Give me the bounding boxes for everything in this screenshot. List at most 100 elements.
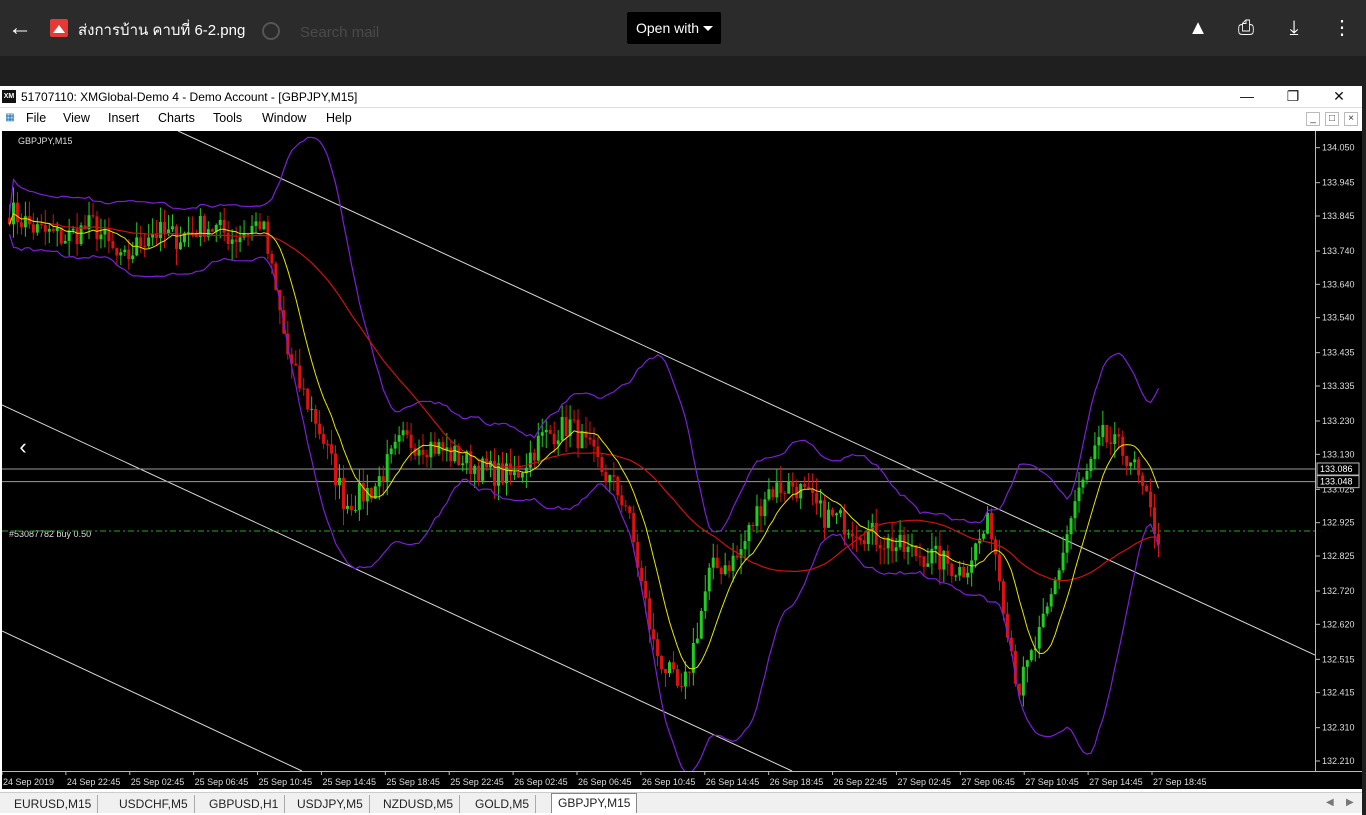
chevron-left-icon[interactable]: ‹ <box>6 430 40 464</box>
candle-body <box>449 447 453 462</box>
candle-body <box>1045 606 1049 614</box>
menu-tools[interactable]: Tools <box>213 111 242 125</box>
candle-body <box>1061 552 1065 571</box>
candle-body <box>473 465 477 474</box>
tab-gold-m5[interactable]: GOLD,M5 <box>469 795 537 813</box>
candle-body <box>218 219 222 225</box>
candle-body <box>683 671 687 687</box>
candle-body <box>966 572 970 578</box>
back-arrow-icon[interactable]: ← <box>6 14 34 42</box>
candle-body <box>1137 459 1141 476</box>
time-tick-label: 27 Sep 02:45 <box>897 777 951 787</box>
candle-body <box>31 224 35 233</box>
candle-body <box>314 408 318 424</box>
menu-window[interactable]: Window <box>262 111 306 125</box>
candle-body <box>994 539 998 555</box>
more-vert-icon[interactable]: ⋮ <box>1328 14 1356 42</box>
menu-view[interactable]: View <box>63 111 90 125</box>
tab-next-icon[interactable]: ▶ <box>1346 797 1354 808</box>
candle-body <box>119 252 123 256</box>
candle-body <box>970 560 974 573</box>
menu-insert[interactable]: Insert <box>108 111 139 125</box>
price-tick-label: 132.310 <box>1322 723 1355 733</box>
candle-body <box>461 463 465 466</box>
menu-file[interactable]: File <box>26 111 46 125</box>
candle-body <box>310 408 314 410</box>
candle-body <box>528 452 532 468</box>
candle-body <box>365 488 369 502</box>
candle-body <box>906 546 910 553</box>
tab-eurusd-m15[interactable]: EURUSD,M15 <box>8 795 99 813</box>
candle-body <box>1081 479 1085 488</box>
candle-body <box>250 225 254 234</box>
maximize-button[interactable]: ❐ <box>1270 86 1316 108</box>
candle-body <box>576 419 580 449</box>
time-tick-label: 26 Sep 22:45 <box>834 777 888 787</box>
candle-body <box>791 481 795 487</box>
candle-body <box>139 237 143 247</box>
candle-body <box>1037 626 1041 649</box>
candle-body <box>397 435 401 442</box>
candle-body <box>477 465 481 481</box>
candle-body <box>536 435 540 461</box>
child-minimize-button[interactable]: _ <box>1306 112 1320 126</box>
candle-body <box>238 237 242 242</box>
menu-help[interactable]: Help <box>326 111 352 125</box>
candle-body <box>405 430 409 435</box>
time-tick-label: 25 Sep 06:45 <box>195 777 249 787</box>
time-tick-label: 27 Sep 14:45 <box>1089 777 1143 787</box>
price-tick-label: 134.050 <box>1322 143 1355 153</box>
child-close-button[interactable]: × <box>1344 112 1358 126</box>
candle-body <box>831 509 835 516</box>
candle-body <box>270 253 274 264</box>
candle-body <box>1141 475 1145 486</box>
candle-body <box>540 432 544 436</box>
chart-area[interactable]: GBPJPY,M15 #53087782 buy 0.50 <box>2 131 1315 771</box>
candle-body <box>99 234 103 240</box>
candle-body <box>664 669 668 674</box>
candle-body <box>1101 424 1105 437</box>
candle-body <box>381 476 385 482</box>
child-restore-button[interactable]: □ <box>1325 112 1339 126</box>
tab-nzdusd-m5[interactable]: NZDUSD,M5 <box>377 795 461 813</box>
candle-body <box>819 500 823 504</box>
candle-body <box>353 509 357 511</box>
tab-usdjpy-m5[interactable]: USDJPY,M5 <box>291 795 370 813</box>
menu-charts[interactable]: Charts <box>158 111 195 125</box>
candle-body <box>71 228 75 231</box>
price-chart: GBPJPY,M15 #53087782 buy 0.50 <box>2 131 1315 771</box>
candle-body <box>425 454 429 458</box>
candle-body <box>1053 580 1057 595</box>
candle-body <box>934 545 938 549</box>
candle-body <box>894 547 898 552</box>
open-with-button[interactable]: Open with <box>627 12 721 44</box>
close-button[interactable]: ✕ <box>1316 86 1362 108</box>
candle-body <box>171 226 175 230</box>
time-tick-label: 27 Sep 18:45 <box>1153 777 1207 787</box>
print-icon[interactable]: ⎙ <box>1232 14 1260 42</box>
minimize-button[interactable]: — <box>1224 86 1270 108</box>
candle-body <box>1105 424 1109 443</box>
price-tick-label: 132.825 <box>1322 551 1355 561</box>
drive-add-icon[interactable]: ▲ <box>1184 14 1212 42</box>
chart-window-icon[interactable]: ▦ <box>3 112 17 126</box>
tab-gbpusd-h1[interactable]: GBPUSD,H1 <box>203 795 286 813</box>
candle-body <box>306 388 310 410</box>
menu-window-label: Window <box>262 111 307 125</box>
candle-body <box>258 221 262 230</box>
candle-body <box>1129 462 1133 467</box>
download-icon[interactable]: ⤓ <box>1280 14 1308 42</box>
tab-usdchf-m5[interactable]: USDCHF,M5 <box>113 795 195 813</box>
candle-body <box>854 536 858 538</box>
tab-gbpjpy-m15[interactable]: GBPJPY,M15 <box>551 793 638 813</box>
candle-body <box>1133 459 1137 463</box>
tab-prev-icon[interactable]: ◀ <box>1326 797 1334 808</box>
menu-charts-label: Charts <box>158 111 195 125</box>
image-file-icon <box>50 19 68 37</box>
candle-body <box>417 449 421 456</box>
candle-body <box>421 449 425 455</box>
candle-body <box>930 548 934 564</box>
candle-body <box>803 484 807 487</box>
candle-body <box>862 540 866 545</box>
candle-body <box>39 224 43 226</box>
